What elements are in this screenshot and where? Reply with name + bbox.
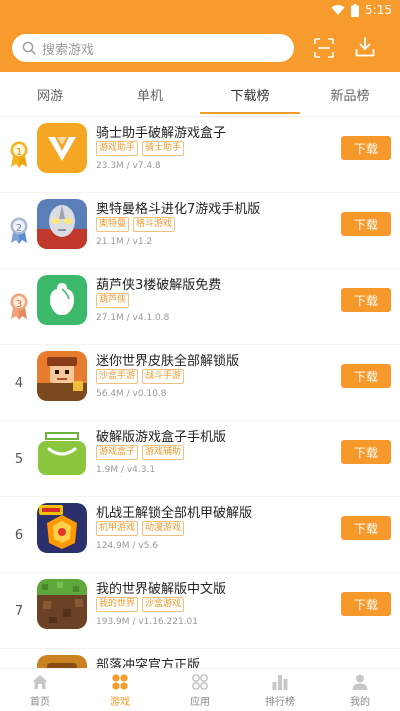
- app-screen: 5:15 搜索游戏 网游 单机 下载榜 新品榜 1 骑士助手破解游戏盒子 游戏助…: [0, 0, 400, 711]
- nav-home[interactable]: 首页: [0, 669, 80, 711]
- knight-helper-icon[interactable]: [37, 123, 87, 173]
- list-item[interactable]: 6 机战王解锁全部机甲破解版 机甲游戏 动漫游戏 124.9M / v5.6 下…: [0, 497, 400, 573]
- ranking-icon: [272, 675, 288, 690]
- list-item[interactable]: 1 骑士助手破解游戏盒子 游戏助手 骑士助手 23.3M / v7.4.8 下载: [0, 117, 400, 193]
- tag[interactable]: 格斗游戏: [133, 217, 176, 232]
- status-time: 5:15: [365, 3, 392, 17]
- search-placeholder: 搜索游戏: [42, 42, 95, 58]
- list-item[interactable]: 7 我的世界破解版中文版 我的世界 沙盒游戏 193.9M / v1.16.22…: [0, 573, 400, 649]
- 2265-box-icon[interactable]: [37, 427, 87, 477]
- tab-online-games[interactable]: 网游: [0, 72, 100, 116]
- app-meta: 21.1M / v1.2: [96, 237, 153, 247]
- tag[interactable]: 游戏助手: [96, 141, 139, 156]
- clash-icon[interactable]: [37, 655, 87, 668]
- tag-list: 葫芦侠: [96, 293, 130, 308]
- apps-icon: [191, 673, 209, 691]
- list-item[interactable]: 8 部落冲突官方正版: [0, 649, 400, 668]
- app-meta: 193.9M / v1.16.221.01: [96, 617, 199, 627]
- rank-number: 6: [14, 527, 24, 543]
- header: 5:15 搜索游戏: [0, 0, 400, 72]
- minecraft-icon[interactable]: [37, 579, 87, 629]
- app-title[interactable]: 部落冲突官方正版: [96, 654, 200, 668]
- list-item[interactable]: 3 葫芦侠3楼破解版免费 葫芦侠 27.1M / v4.1.0.8 下载: [0, 269, 400, 345]
- list-item[interactable]: 5 破解版游戏盒子手机版 游戏盒子 游戏辅助 1.9M / v4.3.1 下载: [0, 421, 400, 497]
- download-button[interactable]: 下载: [341, 288, 391, 312]
- tag[interactable]: 动漫游戏: [142, 521, 185, 536]
- tab-single-player[interactable]: 单机: [100, 72, 200, 116]
- app-title[interactable]: 骑士助手破解游戏盒子: [96, 122, 226, 141]
- download-button[interactable]: 下载: [341, 440, 391, 464]
- rank-number: 7: [14, 603, 24, 619]
- tag[interactable]: 游戏盒子: [96, 445, 139, 460]
- search-icon: [22, 41, 36, 55]
- app-meta: 23.3M / v7.4.8: [96, 161, 161, 171]
- rank-medal-bronze: 3: [6, 291, 32, 323]
- tag[interactable]: 机甲游戏: [96, 521, 139, 536]
- tag[interactable]: 战斗手游: [142, 369, 185, 384]
- tag-list: 机甲游戏 动漫游戏: [96, 521, 185, 536]
- app-title[interactable]: 葫芦侠3楼破解版免费: [96, 274, 221, 293]
- download-button[interactable]: 下载: [341, 212, 391, 236]
- app-title[interactable]: 我的世界破解版中文版: [96, 578, 226, 597]
- wifi-icon: [331, 5, 345, 15]
- bottom-nav: 首页 游戏 应用 排行榜 我的: [0, 668, 400, 711]
- ultraman-icon[interactable]: [37, 199, 87, 249]
- tag[interactable]: 游戏辅助: [142, 445, 185, 460]
- home-icon: [32, 675, 48, 689]
- status-bar: 5:15: [0, 0, 400, 22]
- tag[interactable]: 骑士助手: [142, 141, 185, 156]
- scan-icon[interactable]: [313, 37, 335, 59]
- game-icon: [112, 674, 128, 690]
- download-manager-icon[interactable]: [354, 36, 376, 58]
- tag-list: 我的世界 沙盒游戏: [96, 597, 185, 612]
- tag[interactable]: 沙盒手游: [96, 369, 139, 384]
- tag-list: 游戏助手 骑士助手: [96, 141, 185, 156]
- tag-list: 沙盒手游 战斗手游: [96, 369, 185, 384]
- tag-list: 游戏盒子 游戏辅助: [96, 445, 185, 460]
- battery-icon: [351, 3, 360, 17]
- rank-medal-gold: 1: [6, 139, 32, 171]
- download-button[interactable]: 下载: [341, 516, 391, 540]
- nav-profile[interactable]: 我的: [320, 669, 400, 711]
- mini-world-icon[interactable]: [37, 351, 87, 401]
- list-item[interactable]: 2 奥特曼格斗进化7游戏手机版 奥特曼 格斗游戏 21.1M / v1.2 下载: [0, 193, 400, 269]
- nav-ranking[interactable]: 排行榜: [240, 669, 320, 711]
- tag[interactable]: 沙盒游戏: [142, 597, 185, 612]
- list-item[interactable]: 4 迷你世界皮肤全部解锁版 沙盒手游 战斗手游 56.4M / v0.10.8 …: [0, 345, 400, 421]
- nav-games[interactable]: 游戏: [80, 669, 160, 711]
- app-meta: 124.9M / v5.6: [96, 541, 158, 551]
- app-meta: 27.1M / v4.1.0.8: [96, 313, 170, 323]
- huluxia-icon[interactable]: [37, 275, 87, 325]
- tag[interactable]: 奥特曼: [96, 217, 130, 232]
- download-button[interactable]: 下载: [341, 364, 391, 388]
- tag[interactable]: 我的世界: [96, 597, 139, 612]
- ranking-list[interactable]: 1 骑士助手破解游戏盒子 游戏助手 骑士助手 23.3M / v7.4.8 下载: [0, 117, 400, 668]
- mecha-icon[interactable]: [37, 503, 87, 553]
- app-meta: 1.9M / v4.3.1: [96, 465, 156, 475]
- tag-list: 奥特曼 格斗游戏: [96, 217, 176, 232]
- download-button[interactable]: 下载: [341, 592, 391, 616]
- tag[interactable]: 葫芦侠: [96, 293, 130, 308]
- search-input[interactable]: 搜索游戏: [12, 34, 294, 62]
- rank-number: 4: [14, 375, 24, 391]
- app-title[interactable]: 机战王解锁全部机甲破解版: [96, 502, 252, 521]
- app-title[interactable]: 破解版游戏盒子手机版: [96, 426, 226, 445]
- app-meta: 56.4M / v0.10.8: [96, 389, 167, 399]
- tab-download-ranking[interactable]: 下载榜: [200, 72, 300, 116]
- category-tabs: 网游 单机 下载榜 新品榜: [0, 72, 400, 116]
- nav-apps[interactable]: 应用: [160, 669, 240, 711]
- app-title[interactable]: 奥特曼格斗进化7游戏手机版: [96, 198, 260, 217]
- tab-new-ranking[interactable]: 新品榜: [300, 72, 400, 116]
- rank-medal-silver: 2: [6, 215, 32, 247]
- user-icon: [352, 674, 368, 690]
- rank-number: 5: [14, 451, 24, 467]
- app-title[interactable]: 迷你世界皮肤全部解锁版: [96, 350, 239, 369]
- download-button[interactable]: 下载: [341, 136, 391, 160]
